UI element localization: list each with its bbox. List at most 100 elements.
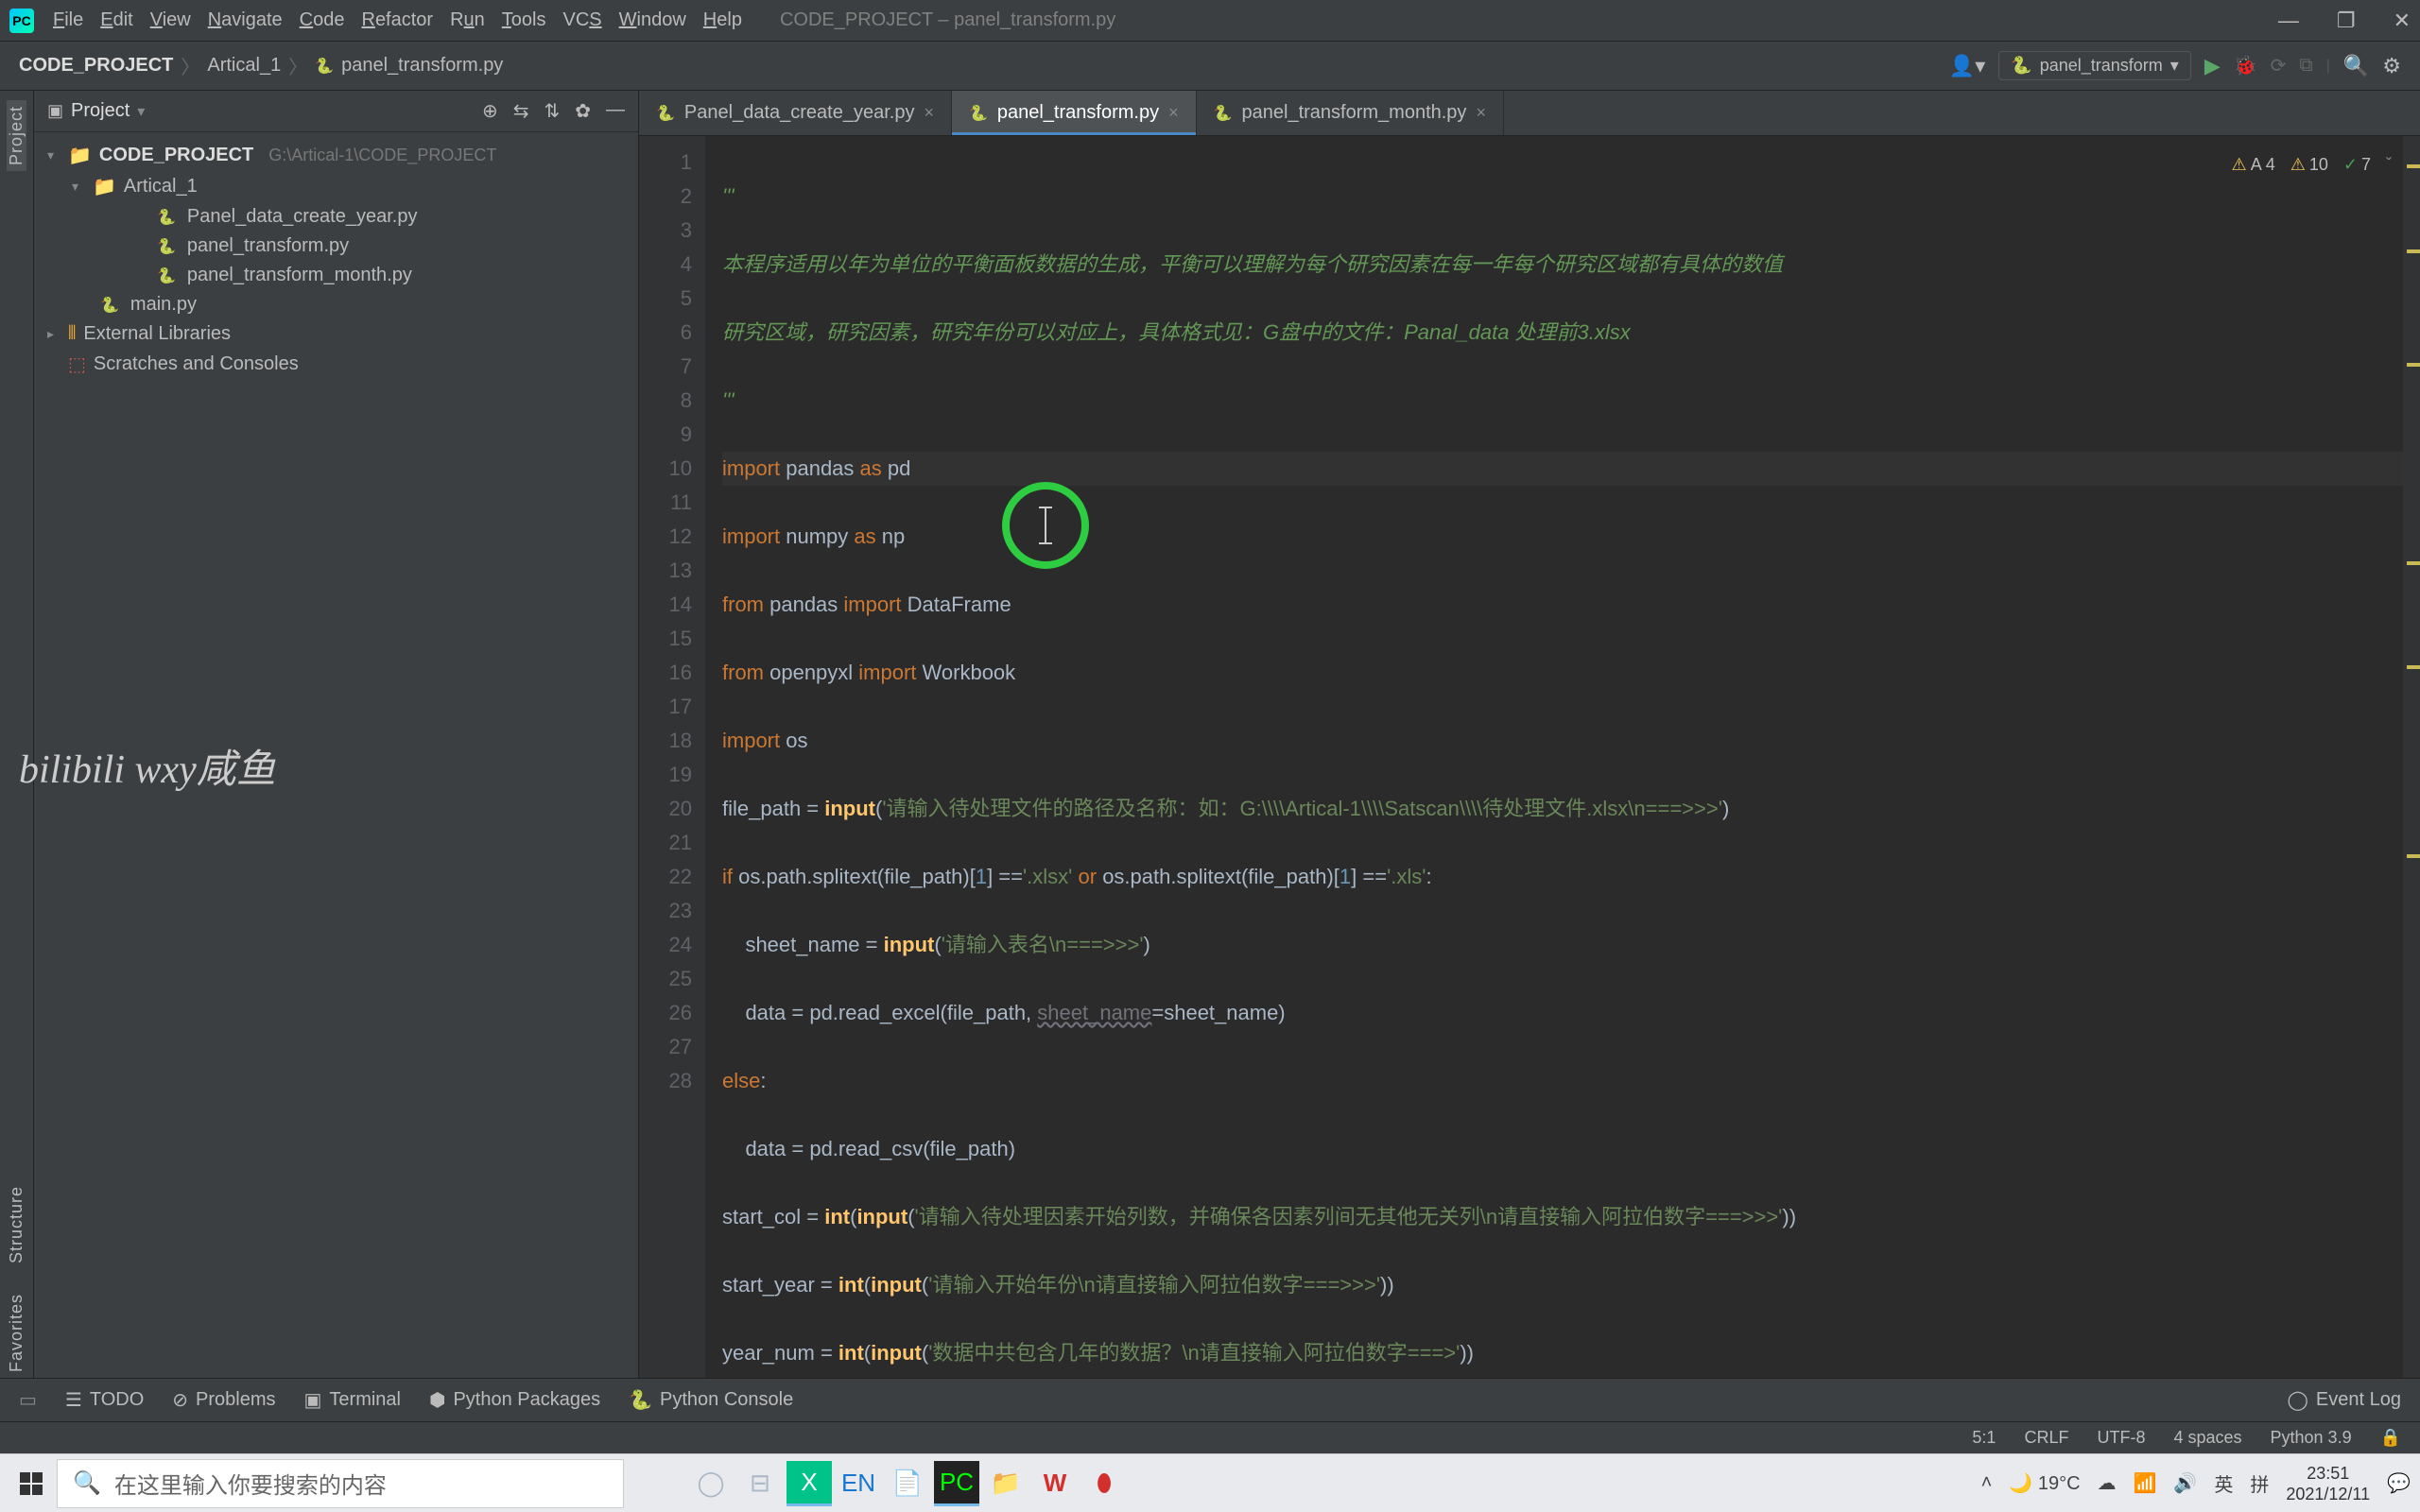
line-separator[interactable]: CRLF [2024,1428,2068,1448]
watermark: bilibili wxy咸鱼 [19,737,276,795]
user-icon[interactable]: 👤▾ [1949,54,1985,78]
menu-help[interactable]: Help [703,9,742,31]
python-packages-tool[interactable]: ⬢Python Packages [429,1388,600,1412]
menu-code[interactable]: Code [300,9,345,31]
notification-icon[interactable]: 💬 [2387,1471,2411,1495]
tray-wifi-icon[interactable]: 📶 [2134,1471,2157,1495]
window-title: CODE_PROJECT – panel_transform.py [780,9,1115,31]
menu-navigate[interactable]: Navigate [208,9,283,31]
problems-tool[interactable]: ⊘Problems [172,1388,275,1412]
warning-count: 10 [2290,147,2328,181]
tray-ime[interactable]: 英 [2214,1469,2233,1497]
bottom-toggle-icon[interactable]: ▭ [19,1388,37,1412]
tab-panel-transform-month[interactable]: panel_transform_month.py× [1197,91,1504,135]
terminal-icon: ▣ [304,1388,322,1412]
project-tool-button[interactable]: Project [7,100,26,171]
tree-file[interactable]: panel_transform_month.py [34,261,638,290]
task-view-icon[interactable]: ◯ [688,1461,734,1506]
editor-tabs: Panel_data_create_year.py× panel_transfo… [639,91,2420,136]
menu-vcs[interactable]: VCS [563,9,602,31]
chevron-icon[interactable]: ˇ [2386,147,2392,181]
favorites-tool-button[interactable]: Favorites [7,1288,26,1378]
event-log-tool[interactable]: ◯Event Log [2288,1388,2401,1412]
project-label[interactable]: Project [71,100,130,122]
taskbar-app[interactable]: 📄 [885,1461,930,1506]
breadcrumb-root[interactable]: CODE_PROJECT [19,55,173,77]
taskbar-explorer[interactable]: 📁 [983,1461,1028,1506]
profile-button[interactable]: ⧉ [2299,55,2312,77]
indent-info[interactable]: 4 spaces [2173,1428,2241,1448]
menu-view[interactable]: View [150,9,191,31]
tree-root[interactable]: ▾📁 CODE_PROJECT G:\Artical-1\CODE_PROJEC… [34,140,638,171]
menu-refactor[interactable]: Refactor [361,9,433,31]
start-button[interactable] [9,1462,53,1505]
lock-icon[interactable] [2380,1428,2401,1448]
debug-button[interactable]: 🐞 [2234,54,2257,77]
taskbar-clock[interactable]: 23:51 2021/12/11 [2286,1463,2370,1504]
terminal-tool[interactable]: ▣Terminal [304,1388,401,1412]
settings-icon[interactable]: ⚙ [2382,54,2401,78]
pycharm-logo-icon: PC [9,9,34,33]
taskbar-app[interactable]: EN [836,1461,881,1506]
minimize-icon[interactable]: — [2278,9,2299,33]
menu-window[interactable]: Window [619,9,686,31]
taskbar-wps[interactable]: W [1032,1461,1078,1506]
taskbar-search[interactable]: 🔍 在这里输入你要搜索的内容 [57,1459,624,1508]
file-encoding[interactable]: UTF-8 [2097,1428,2145,1448]
code-area[interactable]: A 4 10 7 ˇ 12345678910111213141516171819… [639,136,2420,1378]
search-everywhere-icon[interactable]: 🔍 [2343,54,2369,78]
inspection-summary[interactable]: A 4 10 7 ˇ [2232,147,2392,181]
navigation-bar: CODE_PROJECT 〉 Artical_1 〉 panel_transfo… [0,42,2420,91]
packages-icon: ⬢ [429,1388,445,1412]
taskbar-pycharm[interactable]: PC [934,1461,979,1506]
structure-tool-button[interactable]: Structure [7,1180,26,1269]
collapse-icon[interactable]: ⇅ [544,99,560,123]
menu-file[interactable]: FFileile [53,9,83,31]
hide-icon[interactable]: — [606,99,625,123]
close-icon[interactable]: ✕ [2394,9,2411,33]
menu-tools[interactable]: Tools [502,9,546,31]
run-config-selector[interactable]: 🐍 panel_transform ▾ [1998,51,2191,80]
tree-scratches[interactable]: ⬚ Scratches and Consoles [34,349,638,380]
weather-icon[interactable]: 🌙 19°C [2009,1471,2080,1495]
cortana-icon[interactable]: ⊟ [737,1461,783,1506]
tray-volume-icon[interactable]: 🔊 [2173,1471,2197,1495]
tab-panel-data-create-year[interactable]: Panel_data_create_year.py× [639,91,952,135]
close-icon[interactable]: × [924,103,934,123]
tree-external-libs[interactable]: ▸⫴ External Libraries [34,319,638,349]
todo-tool[interactable]: ☰TODO [65,1388,144,1412]
python-console-tool[interactable]: 🐍Python Console [629,1388,793,1412]
tray-ime2[interactable]: 拼 [2250,1469,2269,1497]
ok-count: 7 [2343,147,2371,181]
tree-file[interactable]: Panel_data_create_year.py [34,202,638,232]
console-icon: 🐍 [629,1388,652,1412]
close-icon[interactable]: × [1168,103,1179,123]
menu-edit[interactable]: Edit [100,9,132,31]
breadcrumb-folder[interactable]: Artical_1 [207,55,281,77]
chevron-down-icon[interactable]: ▾ [137,102,145,121]
python-file-icon [315,55,334,77]
coverage-button[interactable]: ⟳ [2271,54,2287,77]
tree-folder[interactable]: ▾📁 Artical_1 [34,171,638,202]
error-stripe[interactable] [2403,136,2420,1378]
tray-chevron-icon[interactable]: ˄ [1981,1472,1993,1494]
folder-name: Artical_1 [124,176,198,198]
code-content[interactable]: ''' 本程序适用以年为单位的平衡面板数据的生成，平衡可以理解为每个研究因素在每… [705,136,2403,1378]
tree-file[interactable]: main.py [34,290,638,319]
tree-file[interactable]: panel_transform.py [34,232,638,261]
tray-cloud-icon[interactable]: ☁ [2098,1471,2117,1495]
python-interpreter[interactable]: Python 3.9 [2271,1428,2352,1448]
expand-icon[interactable]: ⇆ [513,99,529,123]
breadcrumb-file[interactable]: panel_transform.py [341,55,503,77]
menu-run[interactable]: Run [450,9,485,31]
target-icon[interactable]: ⊕ [482,99,498,123]
gear-icon[interactable]: ✿ [575,99,591,123]
close-icon[interactable]: × [1476,103,1486,123]
taskbar-app[interactable]: ⬮ [1081,1461,1127,1506]
run-button[interactable]: ▶ [2204,54,2221,78]
left-tool-strip: Project Structure Favorites [0,91,34,1378]
tab-panel-transform[interactable]: panel_transform.py× [952,91,1197,135]
maximize-icon[interactable]: ❐ [2337,9,2356,33]
taskbar-app[interactable]: X [786,1461,832,1506]
caret-position[interactable]: 5:1 [1972,1428,1996,1448]
